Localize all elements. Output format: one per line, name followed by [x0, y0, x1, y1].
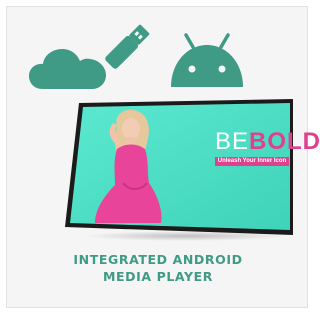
headline-bold: BOLD — [249, 128, 320, 155]
caption-line-2: MEDIA PLAYER — [102, 269, 214, 284]
feature-caption: INTEGRATED ANDROID MEDIA PLAYER — [7, 251, 309, 285]
usb-drive-icon — [105, 24, 150, 69]
feature-icons — [7, 7, 309, 107]
headline-be: BE — [215, 128, 250, 155]
display-headline: BEBOLD Unleash Your Inner Icon — [215, 128, 320, 166]
tv-illustration — [65, 99, 293, 235]
caption-line-1: INTEGRATED ANDROID — [73, 252, 243, 267]
feature-card: BEBOLD Unleash Your Inner Icon INTEGRATE… — [6, 6, 320, 308]
android-icon — [171, 33, 243, 87]
cloud-icon — [29, 49, 106, 89]
display-tagline: Unleash Your Inner Icon — [215, 157, 289, 166]
display-screen: BEBOLD Unleash Your Inner Icon — [65, 99, 320, 241]
